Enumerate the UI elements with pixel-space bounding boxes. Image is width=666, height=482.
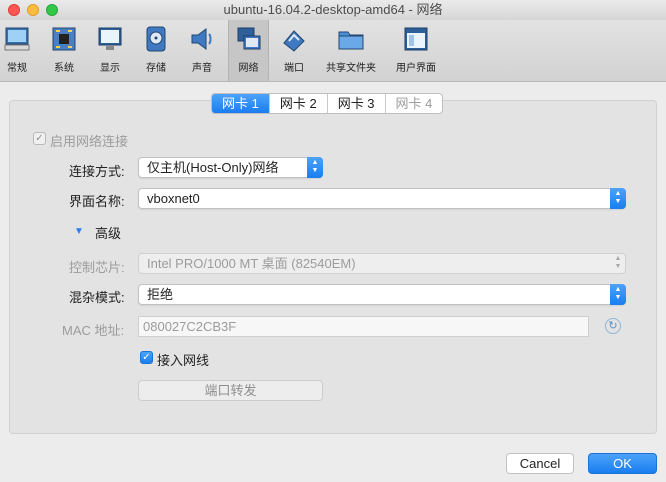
network-icon [237, 27, 260, 50]
select-arrows-icon: ▲ ▼ [610, 284, 626, 305]
settings-window: ubuntu-16.04.2-desktop-amd64 - 网络 常规 系统 [0, 0, 666, 482]
settings-toolbar: 常规 系统 显示 存储 声音 网络 端口 共享文件夹 用户界面 [0, 20, 666, 82]
advanced-disclosure-icon[interactable]: ▼ [74, 226, 84, 237]
tab-adapter-4[interactable]: 网卡 4 [386, 94, 443, 113]
toolbar-item-storage[interactable]: 存储 [139, 20, 173, 81]
title-bar: ubuntu-16.04.2-desktop-amd64 - 网络 [0, 0, 666, 20]
general-icon [4, 27, 30, 51]
enable-adapter-label: 启用网络连接 [50, 134, 129, 149]
toolbar-item-system[interactable]: 系统 [45, 20, 83, 81]
toolbar-item-shared-folders[interactable]: 共享文件夹 [324, 20, 378, 81]
enable-adapter-checkbox[interactable]: ✓ [33, 132, 46, 145]
cable-connected-checkbox[interactable]: ✓ [140, 351, 153, 364]
shared-folder-icon [338, 31, 364, 50]
toolbar-item-general[interactable]: 常规 [0, 20, 34, 81]
toolbar-item-network[interactable]: 网络 [228, 20, 269, 81]
storage-icon [146, 26, 166, 52]
promiscuous-mode-value: 拒绝 [147, 287, 174, 302]
advanced-label[interactable]: 高级 [95, 223, 121, 242]
adapter-type-value: Intel PRO/1000 MT 桌面 (82540EM) [147, 256, 356, 271]
toolbar-item-audio[interactable]: 声音 [185, 20, 219, 81]
toolbar-item-display[interactable]: 显示 [93, 20, 127, 81]
audio-icon [191, 28, 212, 50]
attached-to-value: 仅主机(Host-Only)网络 [147, 160, 279, 175]
promiscuous-mode-select[interactable]: 拒绝 ▲ ▼ [138, 284, 626, 305]
regenerate-mac-icon[interactable]: ↻ [605, 318, 621, 334]
port-forwarding-button[interactable]: 端口转发 [138, 380, 323, 401]
interface-name-value: vboxnet0 [147, 191, 200, 206]
close-window-button[interactable] [8, 4, 20, 16]
promiscuous-mode-label: 混杂模式: [69, 290, 125, 305]
interface-name-select[interactable]: vboxnet0 ▲ ▼ [138, 188, 626, 209]
mac-address-field[interactable]: 080027C2CB3F [138, 316, 589, 337]
select-arrows-icon: ▲ ▼ [307, 157, 323, 178]
tab-adapter-3[interactable]: 网卡 3 [328, 94, 386, 113]
toolbar-item-user-interface[interactable]: 用户界面 [393, 20, 439, 81]
select-arrows-icon: ▲ ▼ [614, 255, 622, 270]
cable-connected-label: 接入网线 [157, 353, 210, 368]
toolbar-item-ports[interactable]: 端口 [276, 20, 312, 81]
adapter-tabs: 网卡 1 网卡 2 网卡 3 网卡 4 [211, 93, 444, 114]
cancel-button[interactable]: Cancel [506, 453, 574, 474]
tab-adapter-1[interactable]: 网卡 1 [212, 94, 270, 113]
ok-button[interactable]: OK [588, 453, 657, 474]
interface-name-label: 界面名称: [69, 194, 125, 209]
adapter-type-select[interactable]: Intel PRO/1000 MT 桌面 (82540EM) ▲ ▼ [138, 253, 626, 274]
attached-to-select[interactable]: 仅主机(Host-Only)网络 ▲ ▼ [138, 157, 323, 178]
select-arrows-icon: ▲ ▼ [610, 188, 626, 209]
tab-adapter-2[interactable]: 网卡 2 [270, 94, 328, 113]
ports-icon [283, 30, 305, 52]
adapter-type-label: 控制芯片: [69, 260, 125, 275]
attached-to-label: 连接方式: [69, 164, 125, 179]
window-title: ubuntu-16.04.2-desktop-amd64 - 网络 [223, 2, 443, 17]
display-icon [98, 27, 122, 50]
mac-address-label: MAC 地址: [62, 323, 125, 338]
user-interface-icon [404, 27, 428, 51]
system-icon [52, 27, 76, 51]
zoom-window-button[interactable] [46, 4, 58, 16]
minimize-window-button[interactable] [27, 4, 39, 16]
